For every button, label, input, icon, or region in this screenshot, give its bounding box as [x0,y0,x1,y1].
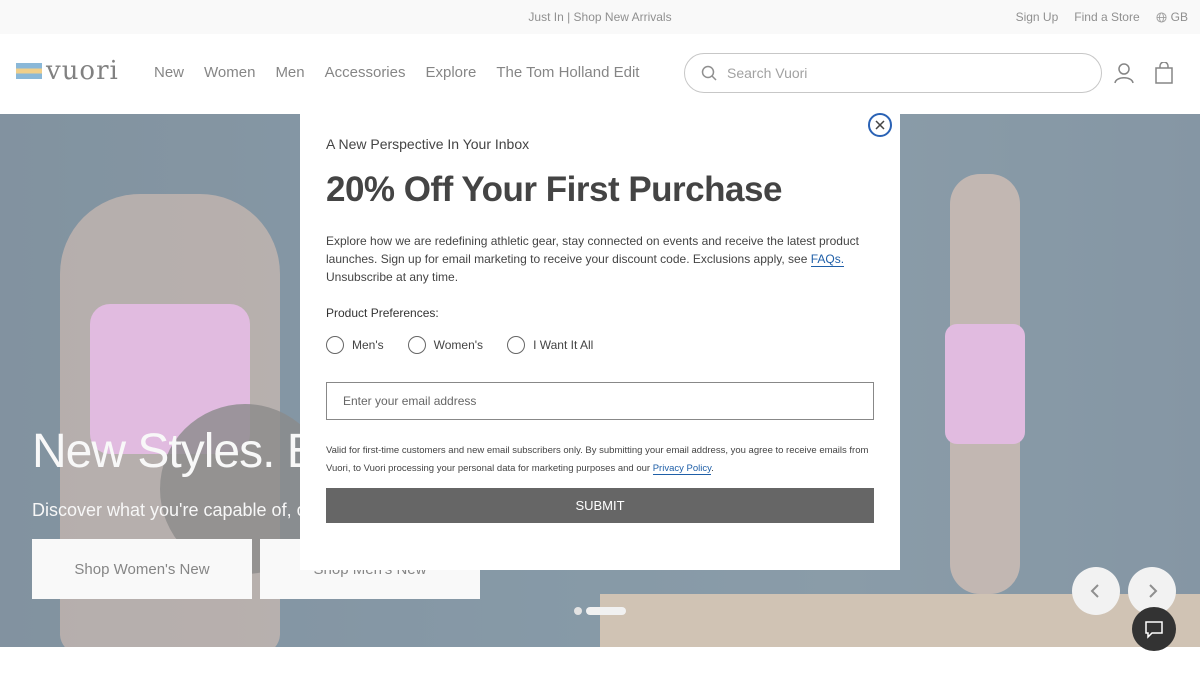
legal-text-prefix: Valid for first-time customers and new e… [326,445,869,474]
radio-circle[interactable] [326,336,344,354]
modal-headline: 20% Off Your First Purchase [326,170,782,209]
radio-want-it-all[interactable]: I Want It All [507,336,593,354]
legal-text-suffix: . [711,463,714,474]
modal-eyebrow: A New Perspective In Your Inbox [326,136,530,152]
legal-disclaimer: Valid for first-time customers and new e… [326,442,874,478]
radio-mens[interactable]: Men's [326,336,384,354]
radio-label: Men's [352,338,384,352]
radio-label: Women's [433,338,484,352]
radio-circle[interactable] [407,336,426,354]
email-signup-modal: A New Perspective In Your Inbox 20% Off … [300,105,900,570]
body-text-prefix: Explore how we are redefining athletic g… [326,234,859,266]
chat-button[interactable] [1132,607,1176,651]
body-text-suffix: Unsubscribe at any time. [326,270,459,284]
close-icon [875,120,885,130]
preference-options: Men's Women's I Want It All [326,336,874,354]
chat-icon [1145,621,1163,639]
radio-womens[interactable]: Women's [407,336,484,354]
privacy-policy-link[interactable]: Privacy Policy [652,463,712,475]
submit-button[interactable]: SUBMIT [326,488,874,523]
radio-label: I Want It All [533,338,594,352]
email-field[interactable] [326,382,874,420]
modal-body: Explore how we are redefining athletic g… [326,232,874,286]
faqs-link[interactable]: FAQs. [810,252,845,267]
preferences-label: Product Preferences: [326,306,439,320]
radio-circle[interactable] [507,336,526,354]
close-modal-button[interactable] [868,113,892,137]
